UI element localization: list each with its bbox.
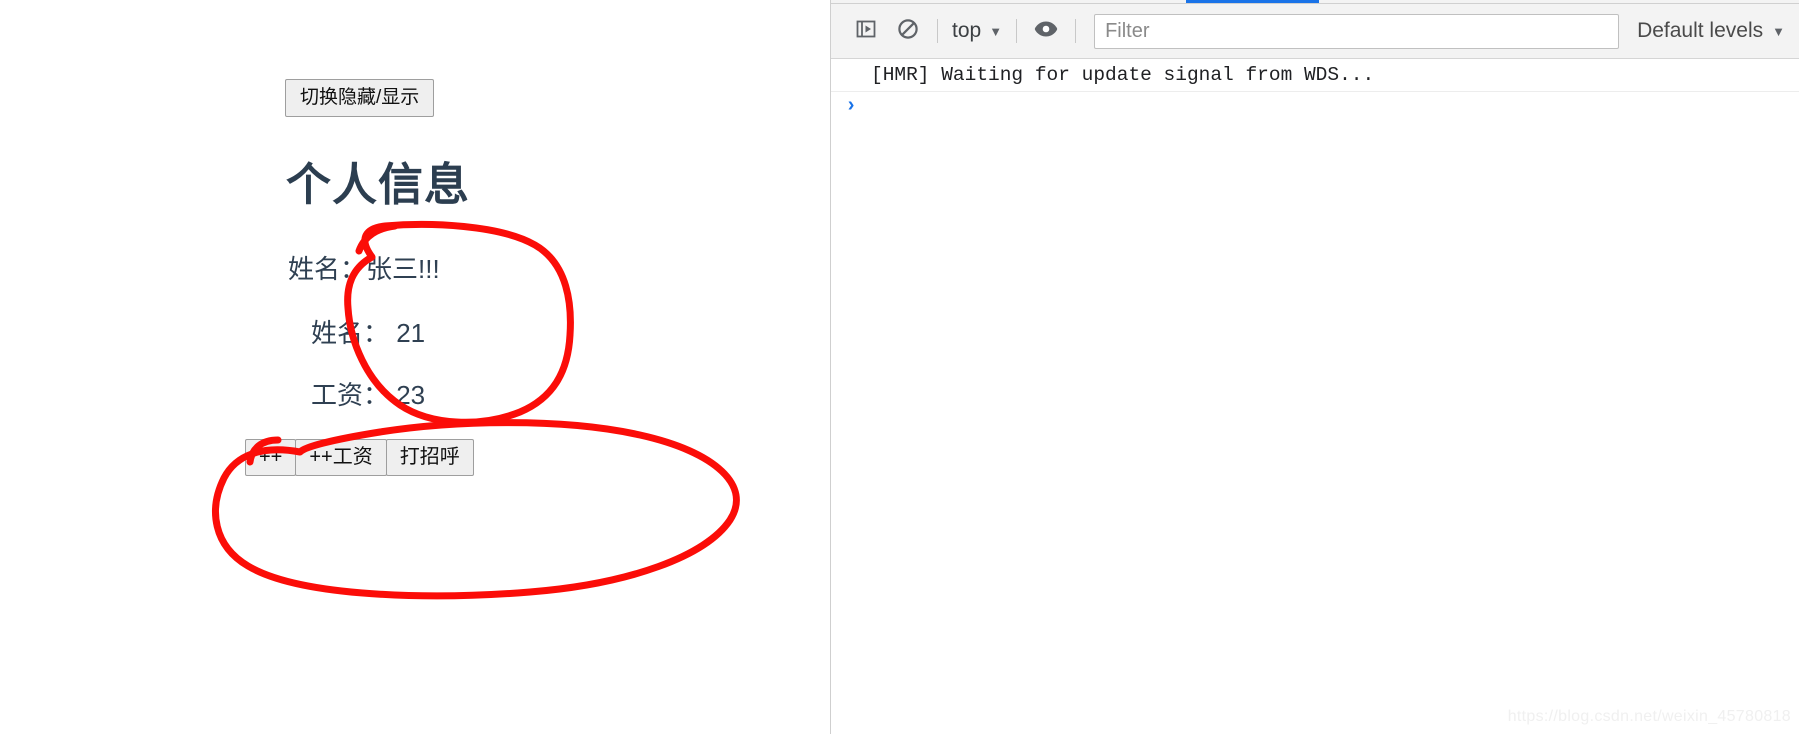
watermark-text: https://blog.csdn.net/weixin_45780818 [1507,708,1791,725]
show-console-sidebar-icon [854,17,878,46]
devtools-tabstrip [831,0,1799,4]
info-line-name: 姓名：张三!!! [288,254,440,284]
active-tab-indicator [1186,0,1319,3]
prompt-chevron-icon: › [845,95,858,118]
live-expression-eye-icon [1033,19,1059,44]
log-levels-label: Default levels [1637,19,1764,42]
action-button-row: ++ ++工资 打招呼 [245,439,474,476]
browser-page-pane: 切换隐藏/显示 个人信息 姓名：张三!!! 姓名： 21 工资： 23 ++ +… [0,0,829,734]
page-content: 切换隐藏/显示 个人信息 姓名：张三!!! 姓名： 21 工资： 23 ++ +… [0,0,829,734]
console-message: [HMR] Waiting for update signal from WDS… [831,59,1799,92]
execution-context-label: top [952,19,982,42]
chevron-down-icon: ▼ [989,23,1003,39]
console-filter-input[interactable] [1094,13,1620,49]
increment-salary-button[interactable]: ++工资 [295,439,387,476]
toolbar-divider-1 [937,19,938,43]
greet-button[interactable]: 打招呼 [385,439,474,476]
clear-console-button[interactable] [887,10,929,52]
console-input-prompt[interactable]: › [831,92,1799,126]
screenshot-root: 切换隐藏/显示 个人信息 姓名：张三!!! 姓名： 21 工资： 23 ++ +… [0,0,1799,734]
page-title: 个人信息 [286,159,471,210]
console-sidebar-toggle-button[interactable] [845,10,887,52]
increment-button[interactable]: ++ [245,439,297,476]
info-line-salary: 工资： 23 [311,380,426,410]
live-expression-button[interactable] [1025,10,1067,52]
log-levels-selector[interactable]: Default levels ▼ [1631,19,1789,43]
execution-context-selector[interactable]: top ▼ [946,19,1008,43]
toggle-visibility-button[interactable]: 切换隐藏/显示 [285,79,435,117]
console-toolbar: top ▼ Default levels ▼ [831,4,1799,59]
info-line-age: 姓名： 21 [311,318,426,348]
toolbar-divider-3 [1075,19,1077,43]
console-output-area: [HMR] Waiting for update signal from WDS… [831,59,1799,126]
toolbar-divider-2 [1016,19,1018,43]
chevron-down-icon: ▼ [1772,23,1785,39]
annotation-hook-upper [355,222,399,255]
clear-console-icon [896,17,920,46]
devtools-panel: top ▼ Default levels ▼ [HMR] Wa [830,0,1799,734]
